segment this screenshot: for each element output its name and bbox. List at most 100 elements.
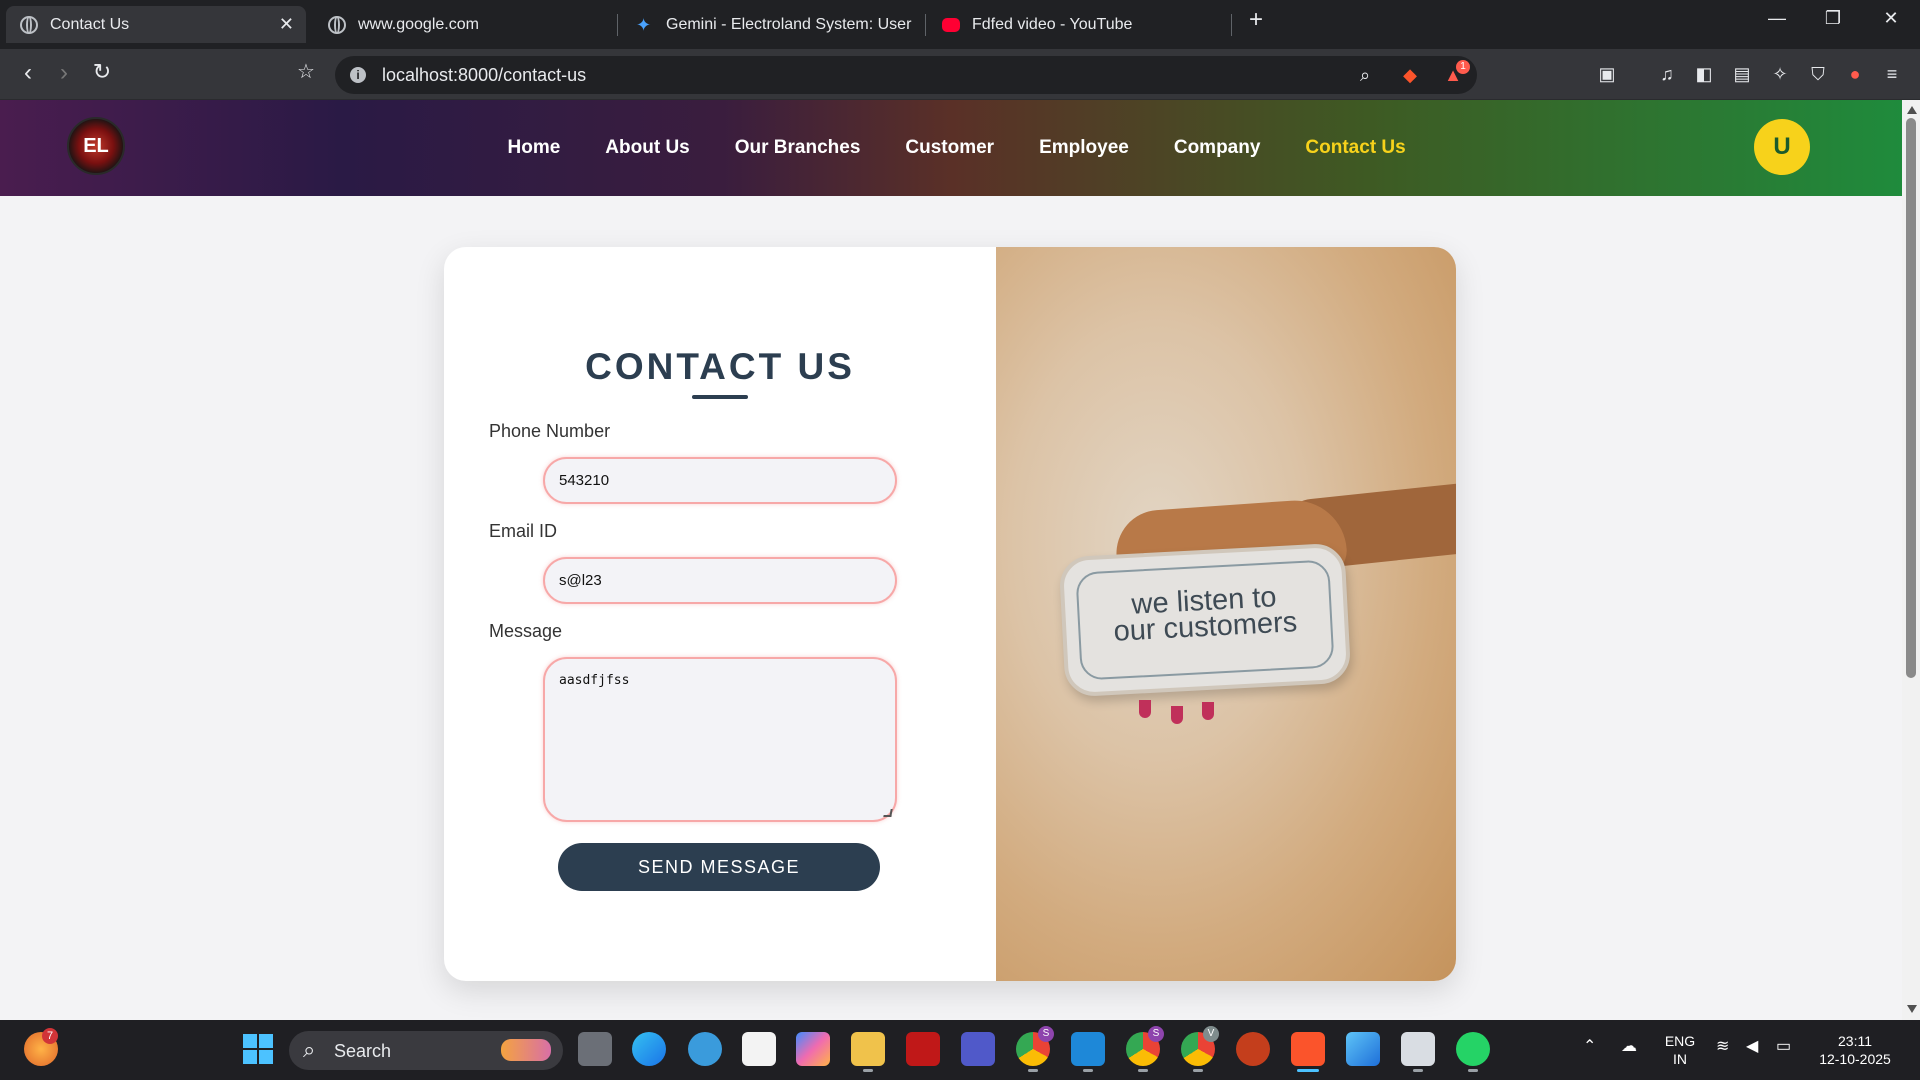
file-explorer-icon[interactable] [851, 1032, 885, 1072]
taskbar-search[interactable]: ⌕ Search [289, 1031, 563, 1070]
chrome-profile-icon[interactable]: S [1126, 1026, 1164, 1072]
active-indicator [1297, 1069, 1319, 1072]
address-bar[interactable]: i localhost:8000/contact-us ⌕ ◆ ▲ 1 [335, 56, 1477, 94]
wifi-icon[interactable]: ≋ [1716, 1038, 1729, 1056]
email-label: Email ID [489, 521, 558, 541]
mcafee-icon[interactable] [906, 1032, 940, 1066]
page-scrollbar[interactable] [1902, 100, 1920, 1020]
sidebar-icon[interactable]: ◧ [1692, 63, 1716, 85]
copilot-icon[interactable] [796, 1032, 830, 1066]
nav-home[interactable]: Home [508, 137, 561, 159]
brave-shields-icon[interactable]: ◆ [1398, 64, 1422, 86]
running-indicator [1083, 1069, 1093, 1072]
scroll-down-icon[interactable] [1907, 1005, 1917, 1013]
brave-icon[interactable] [1291, 1032, 1325, 1072]
vscode-icon[interactable] [1071, 1032, 1105, 1072]
profile-badge: V [1203, 1026, 1219, 1042]
back-icon[interactable]: ‹ [13, 59, 43, 87]
media-icon[interactable]: ♫ [1655, 63, 1679, 85]
search-highlight-icon [501, 1039, 551, 1061]
lang-region: IN [1673, 1051, 1687, 1067]
clock[interactable]: 23:11 12-10-2025 [1815, 1032, 1895, 1068]
search-label: Search [334, 1041, 392, 1061]
bookmark-icon[interactable]: ☆ [291, 59, 321, 84]
sign-plaque: we listen to our customers [1058, 542, 1352, 698]
help-icon[interactable] [688, 1032, 722, 1066]
tab-youtube[interactable]: Fdfed video - YouTube [928, 6, 1228, 43]
whatsapp-icon[interactable] [1456, 1032, 1490, 1072]
leo-ai-icon[interactable]: ✧ [1768, 63, 1792, 85]
site-logo[interactable]: EL [67, 117, 125, 175]
rewards-badge: 1 [1456, 60, 1470, 74]
fingernail [1202, 702, 1214, 720]
info-icon[interactable]: i [350, 67, 366, 83]
running-indicator [1468, 1069, 1478, 1072]
scroll-up-icon[interactable] [1907, 106, 1917, 114]
close-tab-icon[interactable]: ✕ [279, 14, 294, 35]
edge-icon[interactable] [632, 1032, 666, 1066]
phone-input[interactable]: 543210 [543, 457, 897, 504]
profile-icon[interactable]: ● [1843, 63, 1867, 85]
tab-google[interactable]: www.google.com [314, 6, 614, 43]
fingernail [1139, 700, 1151, 718]
new-tab-button[interactable]: + [1236, 6, 1276, 34]
running-indicator [1028, 1069, 1038, 1072]
tab-divider [1231, 14, 1232, 36]
nav-employee[interactable]: Employee [1039, 137, 1129, 159]
restore-icon[interactable]: ❐ [1813, 8, 1853, 29]
volume-icon[interactable]: ◀ [1746, 1038, 1758, 1056]
title-underline [692, 395, 748, 399]
vpn-icon[interactable]: ⛉ [1806, 63, 1830, 85]
teams-icon[interactable] [961, 1032, 995, 1066]
wallet-icon[interactable]: ▤ [1730, 63, 1754, 85]
weather-icon[interactable]: 7 [24, 1028, 58, 1066]
reader-mode-icon[interactable]: ▣ [1595, 63, 1619, 85]
profile-badge: S [1148, 1026, 1164, 1042]
menu-icon[interactable]: ≡ [1880, 63, 1904, 85]
battery-icon[interactable]: ▭ [1776, 1038, 1791, 1056]
zoom-icon[interactable]: ⌕ [1353, 64, 1377, 86]
nav-our-branches[interactable]: Our Branches [735, 137, 861, 159]
tab-gemini[interactable]: ✦ Gemini - Electroland System: User Ro [622, 6, 922, 43]
profile-badge: S [1038, 1026, 1054, 1042]
url-text[interactable]: localhost:8000/contact-us [382, 65, 586, 86]
running-indicator [863, 1069, 873, 1072]
send-message-button[interactable]: SEND MESSAGE [558, 843, 880, 891]
nav-company[interactable]: Company [1174, 137, 1261, 159]
nav-customer[interactable]: Customer [905, 137, 994, 159]
chrome-profile-icon[interactable]: S [1016, 1026, 1054, 1072]
running-indicator [1138, 1069, 1148, 1072]
tab-contact-us[interactable]: Contact Us ✕ [6, 6, 306, 43]
photos-icon[interactable] [1346, 1032, 1380, 1066]
task-view-icon[interactable] [578, 1032, 612, 1066]
windows-start-icon[interactable] [241, 1032, 275, 1066]
chrome-profile-icon[interactable]: V [1181, 1026, 1219, 1072]
globe-icon [328, 15, 346, 34]
user-avatar[interactable]: U [1754, 119, 1810, 175]
nav-contact-us[interactable]: Contact Us [1305, 137, 1405, 159]
minimize-icon[interactable]: — [1757, 8, 1797, 29]
snipping-tool-icon[interactable] [1401, 1032, 1435, 1072]
email-input[interactable]: s@l23 [543, 557, 897, 604]
scroll-thumb[interactable] [1906, 118, 1916, 678]
store-icon[interactable] [742, 1032, 776, 1066]
close-window-icon[interactable]: ✕ [1871, 8, 1911, 29]
contact-card: CONTACT US Phone Number 543210 Email ID … [444, 247, 1456, 981]
reload-icon[interactable]: ↻ [87, 59, 117, 85]
resize-handle-icon[interactable] [883, 809, 893, 817]
site-header: EL Home About Us Our Branches Customer E… [0, 100, 1902, 196]
tab-divider [617, 14, 618, 36]
powerpoint-icon[interactable] [1236, 1032, 1270, 1066]
language-indicator[interactable]: ENG IN [1660, 1032, 1700, 1068]
main-nav: Home About Us Our Branches Customer Empl… [485, 100, 1428, 196]
weather-badge: 7 [42, 1028, 58, 1044]
onedrive-icon[interactable]: ☁ [1621, 1038, 1637, 1056]
message-textarea[interactable]: aasdfjfss [543, 657, 897, 822]
nav-about-us[interactable]: About Us [605, 137, 689, 159]
browser-tab-strip: Contact Us ✕ www.google.com ✦ Gemini - E… [0, 0, 1920, 49]
search-icon: ⌕ [303, 1037, 316, 1062]
clock-date: 12-10-2025 [1819, 1051, 1891, 1067]
show-hidden-icons[interactable]: ⌃ [1583, 1038, 1596, 1056]
browser-toolbar: ‹ › ↻ ☆ i localhost:8000/contact-us ⌕ ◆ … [0, 49, 1920, 100]
forward-icon[interactable]: › [49, 59, 79, 87]
